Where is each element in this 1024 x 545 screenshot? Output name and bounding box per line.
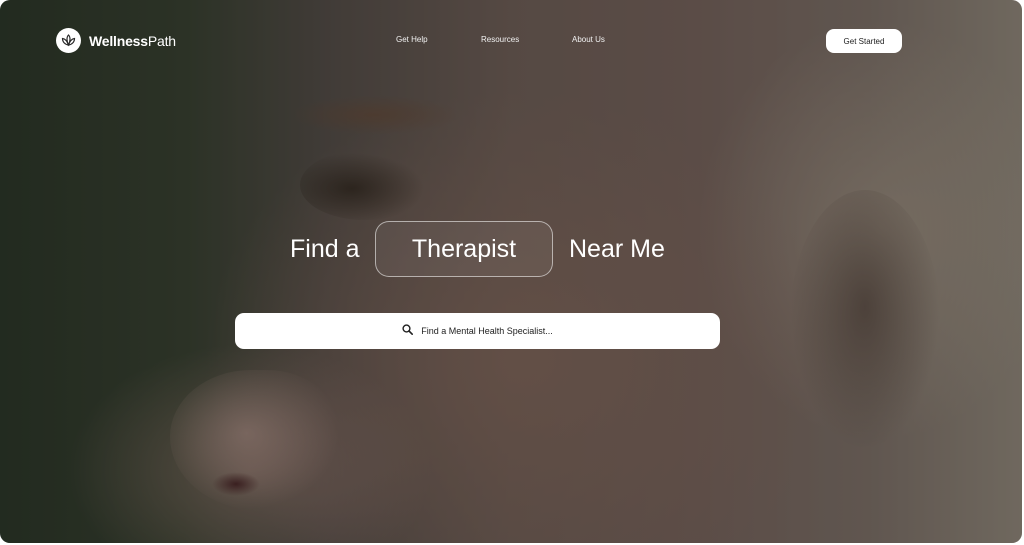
lotus-icon bbox=[56, 28, 81, 53]
search-icon bbox=[402, 322, 414, 340]
brand-name: WellnessPath bbox=[89, 33, 176, 49]
get-started-button[interactable]: Get Started bbox=[826, 29, 902, 53]
nav-resources[interactable]: Resources bbox=[481, 35, 519, 44]
brand-logo[interactable]: WellnessPath bbox=[56, 28, 176, 53]
brand-name-bold: Wellness bbox=[89, 32, 148, 49]
headline-highlight-pill: Therapist bbox=[375, 221, 553, 277]
nav-about-us[interactable]: About Us bbox=[572, 35, 605, 44]
headline-prefix: Find a bbox=[290, 235, 360, 263]
page-content: WellnessPath Get Help Resources About Us… bbox=[0, 0, 1024, 545]
hero-headline: Find a Therapist Near Me bbox=[0, 221, 1022, 277]
headline-highlight: Therapist bbox=[411, 234, 517, 263]
headline-suffix: Near Me bbox=[569, 235, 665, 263]
brand-name-regular: Path bbox=[147, 32, 176, 49]
specialist-search-bar[interactable]: Find a Mental Health Specialist... bbox=[235, 313, 720, 349]
nav-get-help[interactable]: Get Help bbox=[396, 35, 428, 44]
search-placeholder: Find a Mental Health Specialist... bbox=[421, 326, 553, 336]
